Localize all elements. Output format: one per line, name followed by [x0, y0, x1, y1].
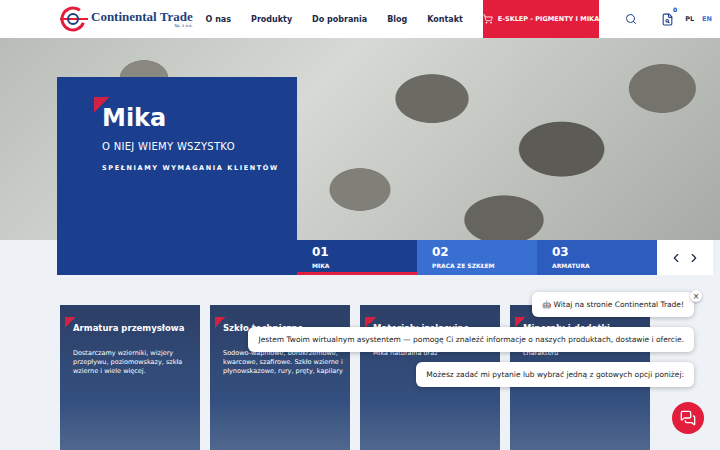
- language-link[interactable]: PL: [685, 15, 694, 23]
- document-icon: [661, 13, 674, 26]
- search-button[interactable]: [613, 13, 649, 25]
- chevron-right-icon[interactable]: [687, 251, 701, 265]
- chat-close-button[interactable]: ×: [690, 290, 702, 302]
- logo[interactable]: Continental TradeSp. z o.o.: [60, 0, 200, 38]
- chat-button[interactable]: [672, 402, 704, 434]
- chevron-left-icon[interactable]: [669, 251, 683, 265]
- main-nav: O nas Produkty Do pobrania Blog Kontakt: [206, 0, 463, 38]
- slide-tab[interactable]: 02PRACA ZE SZKŁEM: [417, 240, 537, 275]
- hero: Mika O NIEJ WIEMY WSZYSTKO SPEŁNIAMY WYMAG…: [0, 38, 720, 275]
- card-text: Sodowo-wapniowe, borokrzemowe, kwarcowe,…: [223, 349, 344, 376]
- nav-item[interactable]: Blog: [387, 15, 407, 24]
- logo-name: Continental Trade: [91, 10, 193, 23]
- chat-popup: ×🤖 Witaj na stronie Continental Trade!Je…: [248, 292, 694, 387]
- nav-item[interactable]: O nas: [206, 15, 231, 24]
- chat-icon: [680, 410, 696, 426]
- inquiry-button[interactable]: 0: [649, 13, 685, 26]
- card-title: Armatura przemysłowa: [73, 323, 184, 333]
- hero-subtitle: O NIEJ WIEMY WSZYSTKO: [102, 141, 297, 152]
- inquiry-badge: 0: [673, 6, 677, 13]
- shop-button[interactable]: E-SKLEP - PIGMENTY I MIKA: [483, 0, 599, 38]
- hero-tagline: SPEŁNIAMY WYMAGANIA KLIENTÓW: [102, 164, 297, 172]
- cart-icon: [483, 14, 493, 24]
- nav-item[interactable]: Produkty: [251, 15, 292, 24]
- header: Continental TradeSp. z o.o. O nas Produkty…: [0, 0, 720, 38]
- language-link[interactable]: EN: [702, 15, 712, 23]
- hero-panel: Mika O NIEJ WIEMY WSZYSTKO SPEŁNIAMY WYMAG…: [57, 77, 297, 275]
- card-text: Dostarczamy wzierniki, wizjery przepływu…: [73, 349, 194, 376]
- logo-sub: Sp. z o.o.: [174, 24, 192, 28]
- slider-arrows: [657, 240, 713, 275]
- slide-tab[interactable]: 03ARMATURA: [537, 240, 657, 275]
- nav-item[interactable]: Do pobrania: [312, 15, 367, 24]
- chat-bubble: 🤖 Witaj na stronie Continental Trade!: [532, 292, 694, 317]
- page: Continental TradeSp. z o.o. O nas Produkty…: [0, 0, 720, 450]
- logo-icon: [60, 6, 88, 32]
- nav-item[interactable]: Kontakt: [427, 15, 463, 24]
- search-icon: [625, 13, 637, 25]
- chat-bubble: Jestem Twoim wirtualnym asystentem — pom…: [248, 327, 694, 352]
- hero-title: Mika: [102, 103, 166, 133]
- product-card[interactable]: Armatura przemysłowa Dostarczamy wziernik…: [60, 305, 200, 450]
- slide-tab[interactable]: 01MIKA: [297, 240, 417, 275]
- chat-bubble: Możesz zadać mi pytanie lub wybrać jedną…: [416, 362, 694, 387]
- header-tools: 0PLEN: [599, 0, 720, 38]
